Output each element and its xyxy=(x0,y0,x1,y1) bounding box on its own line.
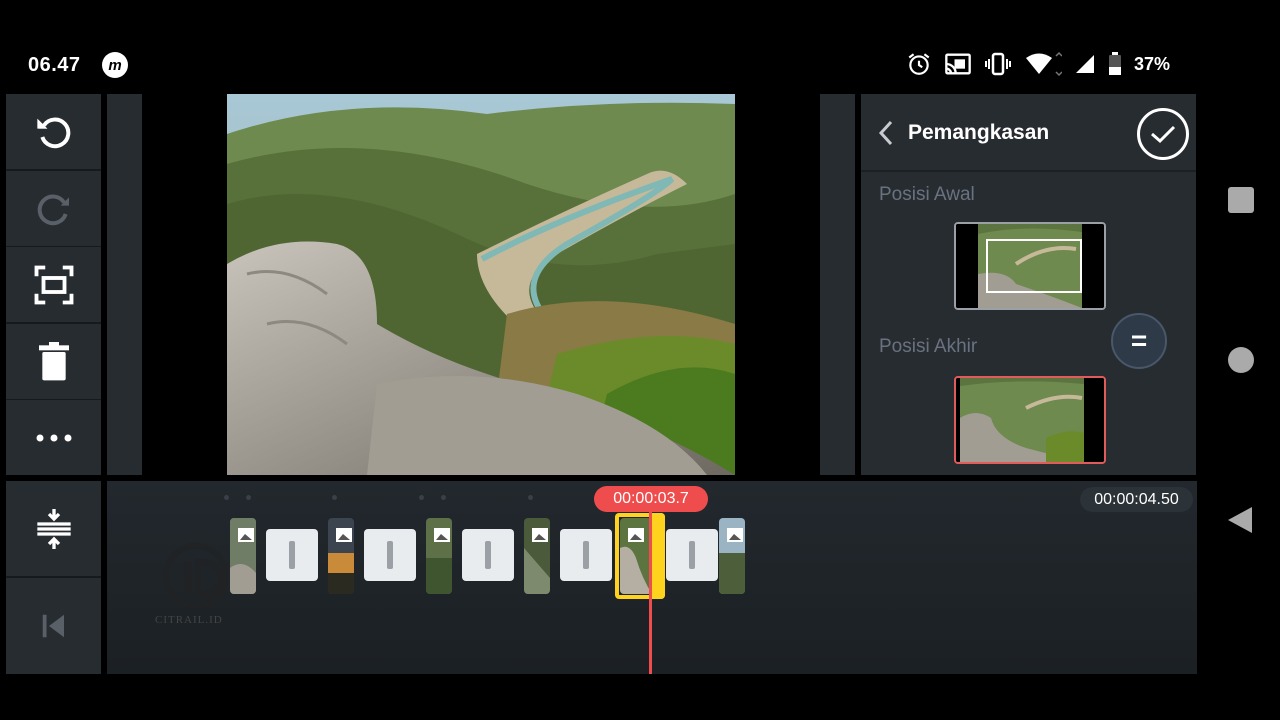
expand-timeline-button[interactable] xyxy=(6,481,101,576)
transition-button[interactable] xyxy=(666,529,718,581)
undo-button[interactable] xyxy=(6,94,101,169)
total-duration-badge: 00:00:04.50 xyxy=(1080,487,1193,512)
trim-title: Pemangkasan xyxy=(908,121,1050,144)
swap-positions-button[interactable]: = xyxy=(1111,313,1167,369)
image-icon xyxy=(719,518,745,594)
clip-trim-handle[interactable] xyxy=(650,513,665,599)
timeline-marker xyxy=(332,495,337,500)
timeline-clip[interactable] xyxy=(230,518,256,594)
timeline-tools xyxy=(6,481,101,674)
crop-fit-button[interactable] xyxy=(6,247,101,322)
transition-button[interactable] xyxy=(266,529,318,581)
timeline-marker xyxy=(224,495,229,500)
crop-fit-icon xyxy=(34,265,73,304)
redo-icon xyxy=(37,194,69,225)
start-position-thumbnail[interactable] xyxy=(954,222,1106,310)
image-icon xyxy=(328,518,354,594)
more-icon xyxy=(36,434,71,441)
transition-button[interactable] xyxy=(364,529,416,581)
skip-to-start-button[interactable] xyxy=(6,578,101,674)
status-icons: 37% xyxy=(906,50,1170,78)
timeline-clip[interactable] xyxy=(328,518,354,594)
check-icon xyxy=(1151,125,1176,144)
start-position-label: Posisi Awal xyxy=(879,184,975,205)
current-time-badge: 00:00:03.7 xyxy=(594,486,708,512)
skip-to-start-icon xyxy=(42,614,64,638)
signal-icon xyxy=(1075,55,1094,73)
timeline-marker xyxy=(246,495,251,500)
confirm-button[interactable] xyxy=(1137,108,1189,160)
image-icon xyxy=(426,518,452,594)
more-button[interactable] xyxy=(6,400,101,475)
delete-icon xyxy=(38,341,69,380)
battery-icon xyxy=(1108,52,1121,75)
end-position-label: Posisi Akhir xyxy=(879,336,978,357)
home-button[interactable] xyxy=(1228,347,1254,373)
status-time: 06.47 xyxy=(28,54,81,76)
playhead[interactable] xyxy=(649,510,652,674)
timeline-marker xyxy=(419,495,424,500)
timeline-clip[interactable] xyxy=(524,518,550,594)
vibrate-icon xyxy=(984,52,1011,76)
timeline-marker xyxy=(441,495,446,500)
image-icon xyxy=(230,518,256,594)
transition-button[interactable] xyxy=(560,529,612,581)
battery-percent: 37% xyxy=(1133,53,1170,74)
expand-timeline-icon xyxy=(36,508,71,549)
video-preview[interactable] xyxy=(227,94,735,475)
recents-button[interactable] xyxy=(1228,187,1254,213)
undo-icon xyxy=(36,117,70,148)
delete-button[interactable] xyxy=(6,324,101,399)
timeline-marker xyxy=(528,495,533,500)
image-icon xyxy=(524,518,550,594)
cast-icon xyxy=(945,53,971,75)
left-toolbar xyxy=(6,94,101,475)
wifi-icon xyxy=(1025,51,1062,77)
timeline-clip[interactable] xyxy=(426,518,452,594)
alarm-icon xyxy=(908,53,930,75)
timeline-clip[interactable] xyxy=(719,518,745,594)
back-button[interactable] xyxy=(1226,505,1254,535)
end-position-thumbnail[interactable] xyxy=(954,376,1106,464)
watermark-text: CITRAIL.ID xyxy=(155,614,223,626)
transition-button[interactable] xyxy=(462,529,514,581)
back-chevron-icon[interactable] xyxy=(878,120,894,146)
app-logo-icon: m xyxy=(102,52,128,78)
redo-button[interactable] xyxy=(6,171,101,246)
